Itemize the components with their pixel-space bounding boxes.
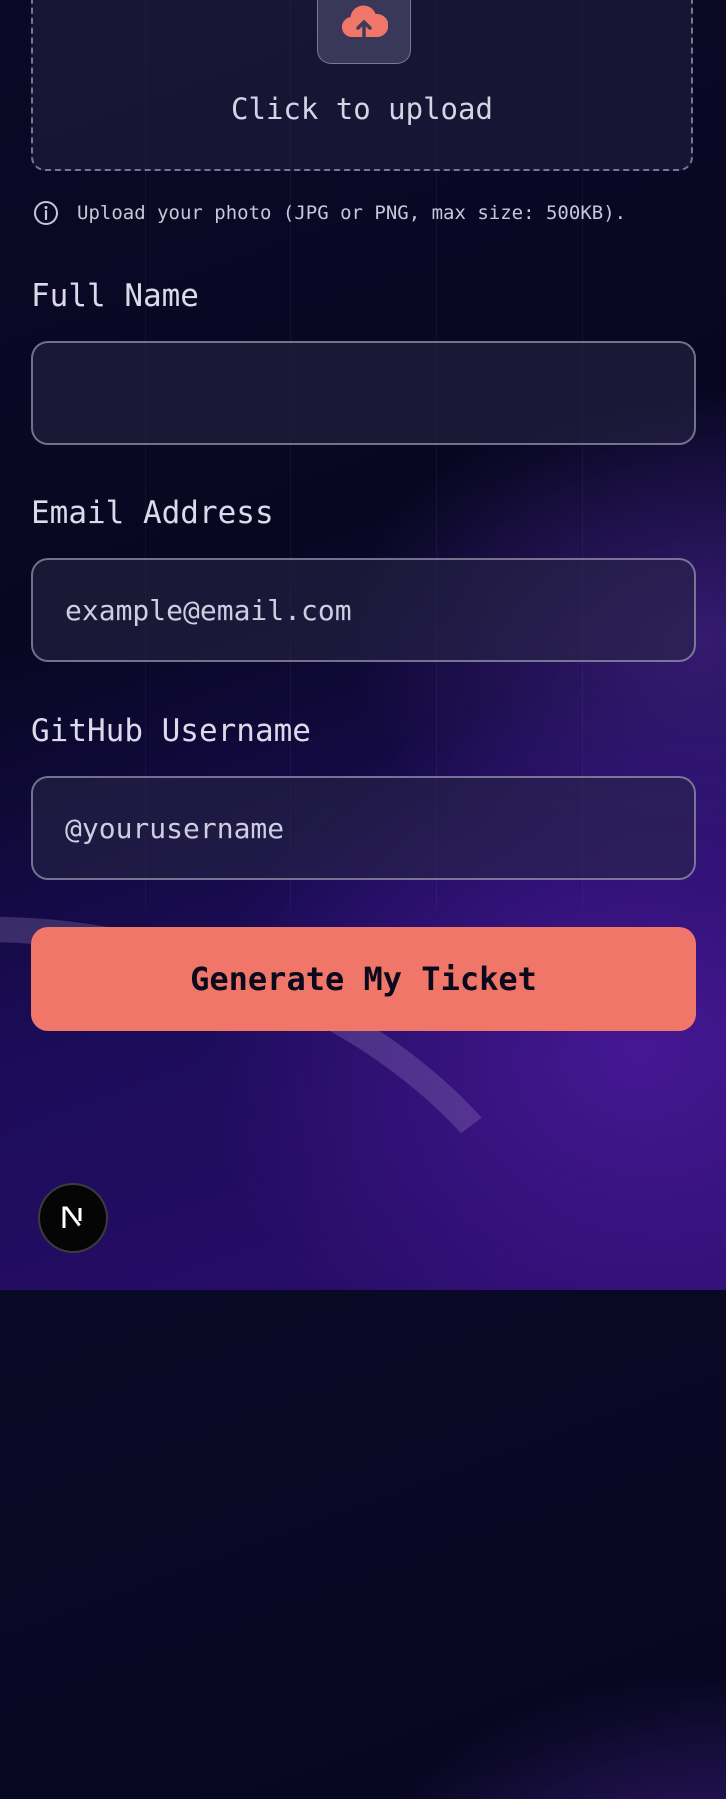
generate-ticket-button[interactable]: Generate My Ticket bbox=[31, 927, 696, 1031]
info-icon bbox=[34, 201, 58, 225]
full-name-input[interactable] bbox=[31, 341, 696, 445]
avatar-upload-dropzone[interactable]: Click to upload bbox=[31, 0, 693, 171]
upload-icon-button[interactable] bbox=[317, 0, 411, 64]
upload-hint-text: Upload your photo (JPG or PNG, max size:… bbox=[77, 202, 627, 224]
full-name-label: Full Name bbox=[31, 278, 199, 314]
upload-hint: Upload your photo (JPG or PNG, max size:… bbox=[33, 200, 626, 226]
email-label: Email Address bbox=[31, 495, 274, 531]
github-username-label: GitHub Username bbox=[31, 713, 311, 749]
upload-label[interactable]: Click to upload bbox=[33, 92, 691, 126]
email-input[interactable] bbox=[31, 558, 696, 662]
cloud-upload-icon bbox=[341, 5, 388, 39]
nextjs-dev-badge[interactable] bbox=[38, 1183, 108, 1253]
nextjs-icon bbox=[62, 1206, 82, 1228]
github-username-input[interactable] bbox=[31, 776, 696, 880]
